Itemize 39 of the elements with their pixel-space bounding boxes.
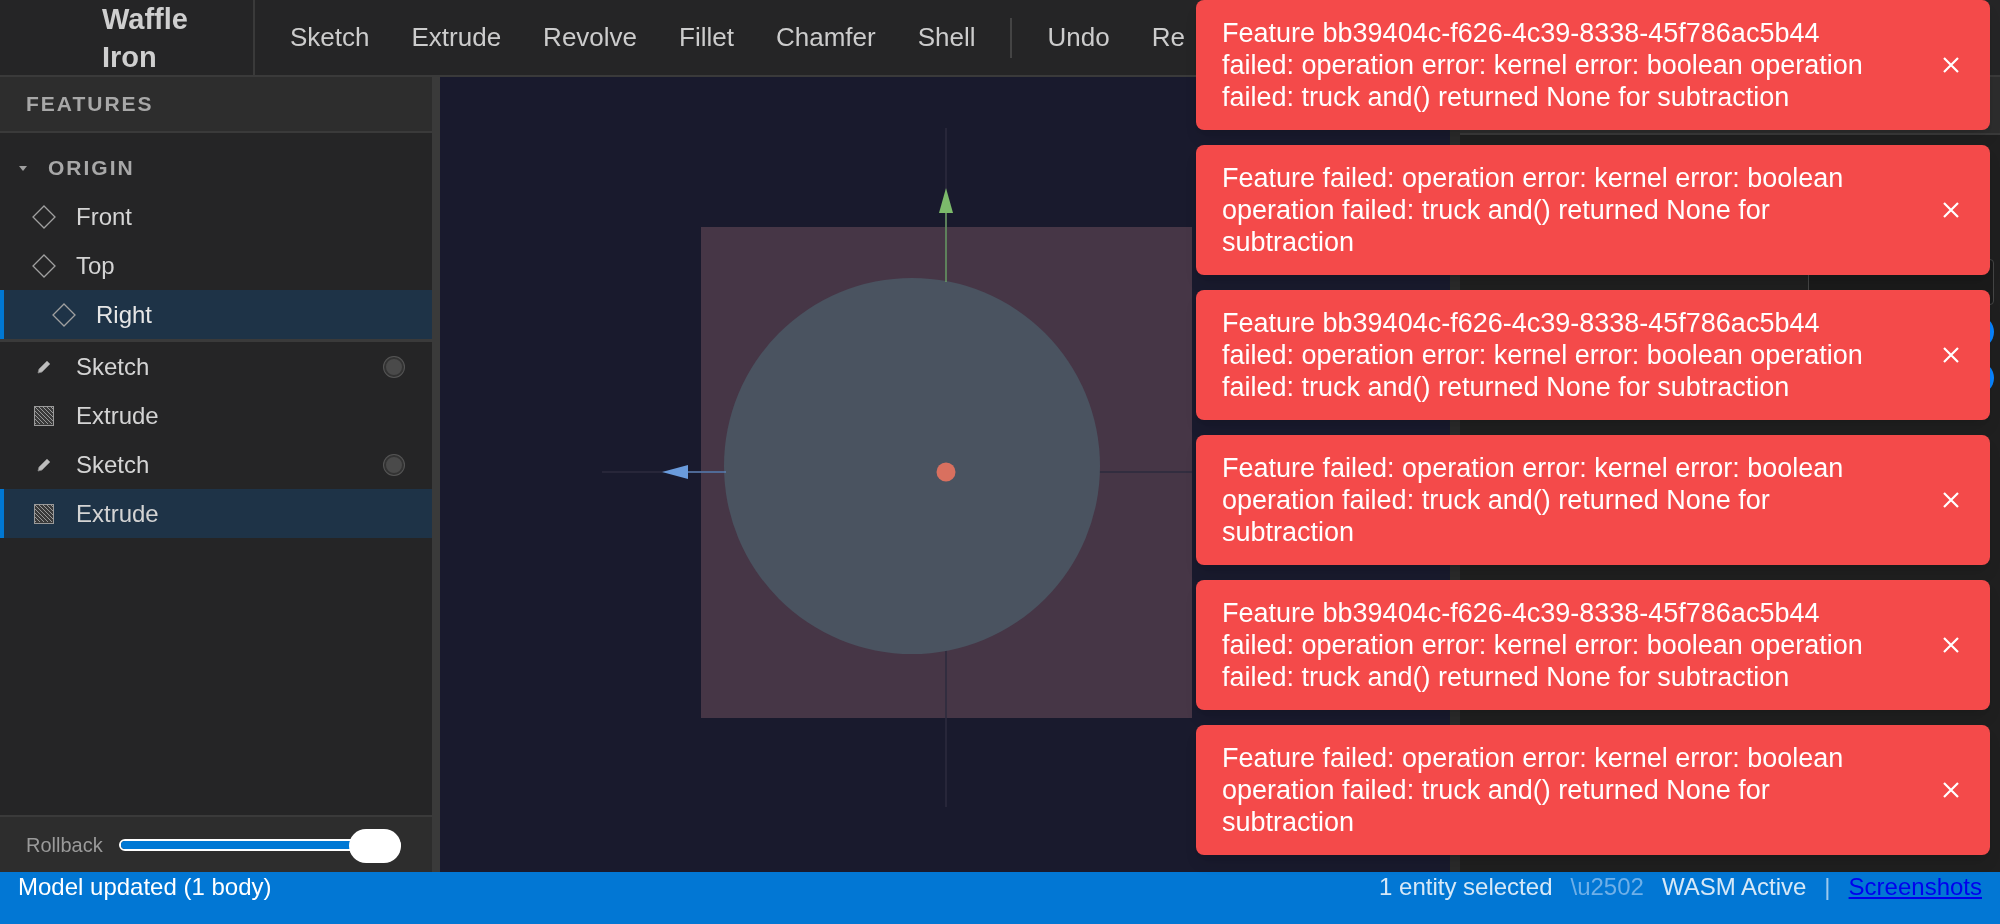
feature-item[interactable]: Extrude bbox=[0, 489, 432, 538]
feature-item[interactable]: Sketch bbox=[0, 440, 432, 489]
toolbar-button[interactable]: Undo bbox=[1026, 12, 1131, 63]
toast-message: Feature bb39404c-f626-4c39-8338-45f786ac5b44 failed: operation error: kernel error: boolean operation failed: truck and() returned None for subtraction bbox=[1222, 307, 1864, 403]
feature-item[interactable]: Extrude bbox=[0, 391, 432, 440]
origin-group[interactable]: ORIGIN bbox=[0, 143, 432, 192]
toolbar-button[interactable]: Sketch bbox=[269, 12, 391, 63]
x-axis-arrow bbox=[662, 465, 727, 479]
toolbar-button[interactable]: Re bbox=[1130, 12, 1206, 63]
diamond-icon bbox=[32, 204, 56, 229]
app-title: Waffle Iron bbox=[102, 1, 189, 75]
status-text: WASM Active bbox=[1661, 872, 1807, 902]
status-separator: | bbox=[1824, 872, 1831, 902]
feature-item[interactable]: Front bbox=[0, 192, 432, 241]
diamond-icon bbox=[52, 302, 76, 327]
status-text: 1 entity selected bbox=[1379, 872, 1553, 902]
diamond-icon bbox=[32, 253, 56, 278]
panel-header: FEATURES bbox=[0, 77, 432, 133]
hatched-square-icon bbox=[34, 405, 54, 426]
toolbar-button[interactable]: Shell bbox=[896, 12, 997, 63]
status-separator: \u2502 bbox=[1570, 872, 1644, 902]
toolbar-button[interactable]: Chamfer bbox=[754, 12, 897, 63]
status-message: Model updated (1 body) bbox=[18, 872, 272, 902]
toast-message: Feature failed: operation error: kernel error: boolean operation failed: truck and() returned None for subtraction bbox=[1222, 162, 1845, 258]
toast-message: Feature bb39404c-f626-4c39-8338-45f786ac5b44 failed: operation error: kernel error: boolean operation failed: truck and() returned None for subtraction bbox=[1222, 597, 1864, 693]
toolbar-button[interactable]: Extrude bbox=[390, 12, 523, 63]
toolbar-button[interactable]: Fillet bbox=[658, 12, 755, 63]
feature-item[interactable]: Sketch bbox=[0, 342, 432, 391]
toolbar-button[interactable]: Revolve bbox=[522, 12, 659, 63]
slider-thumb[interactable] bbox=[348, 828, 401, 863]
toast-message: Feature bb39404c-f626-4c39-8338-45f786ac5b44 failed: operation error: kernel error: boolean operation failed: truck and() returned None for subtraction bbox=[1222, 17, 1864, 113]
origin-point bbox=[936, 462, 956, 482]
feature-item[interactable]: Top bbox=[0, 241, 432, 290]
feature-item[interactable]: Right bbox=[0, 290, 432, 339]
rollback-slider[interactable] bbox=[118, 826, 401, 863]
hatched-square-icon bbox=[34, 503, 54, 524]
rollback-label: Rollback bbox=[26, 832, 103, 858]
toast-message: Feature failed: operation error: kernel error: boolean operation failed: truck and() returned None for subtraction bbox=[1222, 452, 1845, 548]
toast-message: Feature failed: operation error: kernel error: boolean operation failed: truck and() returned None for subtraction bbox=[1222, 742, 1845, 838]
